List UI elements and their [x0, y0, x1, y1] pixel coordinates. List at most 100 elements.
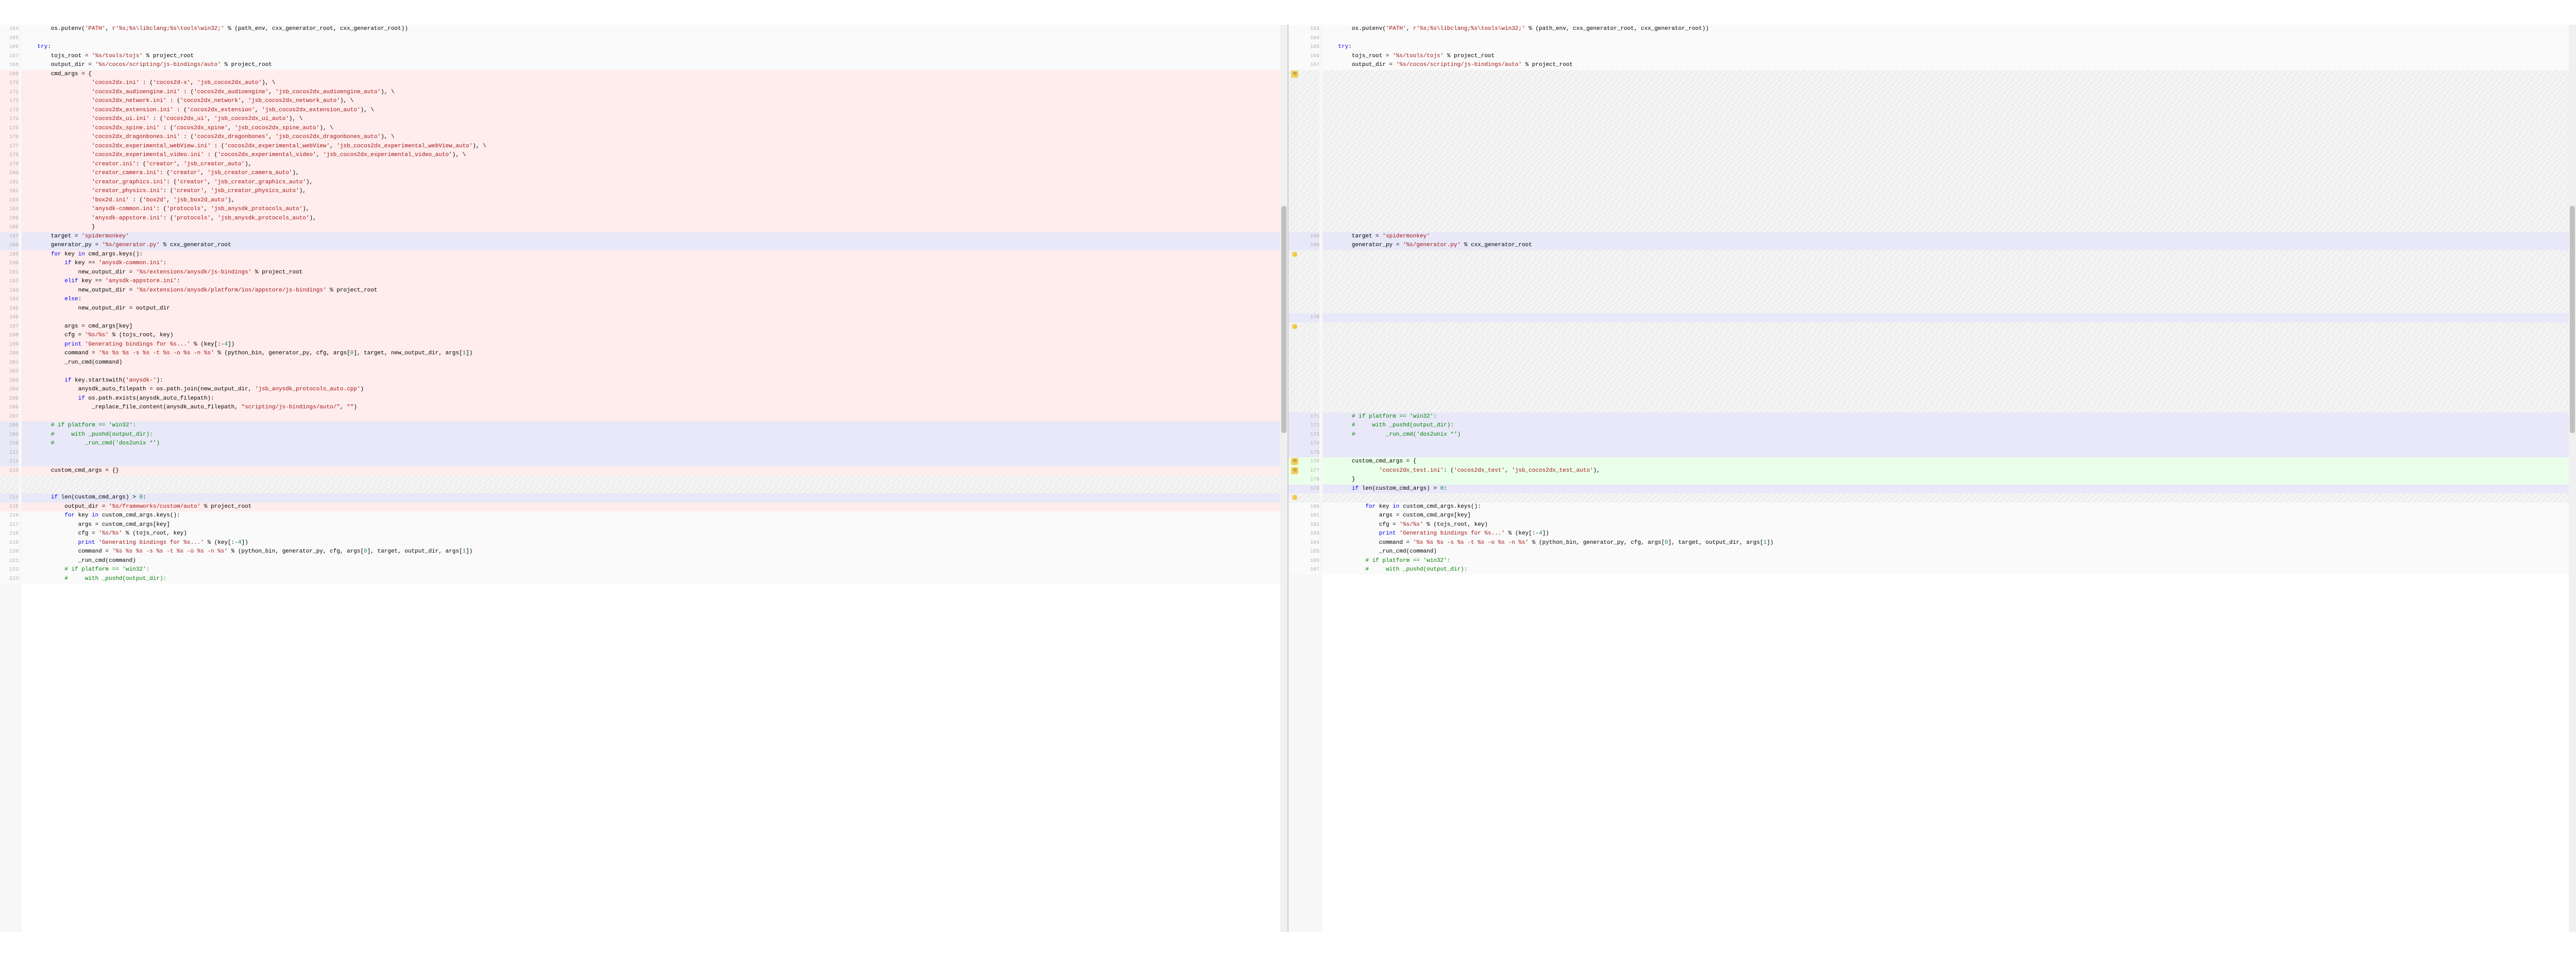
revert-icon[interactable]: ⟲ [1291, 71, 1298, 78]
code-line[interactable]: _run_cmd(command) [1323, 547, 2569, 557]
code-line[interactable]: output_dir = '%s/cocos/scripting/js-bind… [22, 61, 1280, 70]
code-line[interactable] [1323, 79, 2569, 88]
code-line[interactable] [1323, 133, 2569, 142]
code-line[interactable]: # with _pushd(output_dir): [1323, 421, 2569, 431]
code-line[interactable]: print 'Generating bindings for %s...' % … [1323, 529, 2569, 539]
code-line[interactable]: 'cocos2dx_dragonbones.ini' : ('cocos2dx_… [22, 133, 1280, 142]
code-line[interactable]: # if platform == 'win32': [22, 565, 1280, 575]
code-line[interactable] [1323, 223, 2569, 232]
code-line[interactable]: anysdk_auto_filepath = os.path.join(new_… [22, 385, 1280, 394]
code-line[interactable]: # if platform == 'win32': [22, 421, 1280, 431]
code-line[interactable]: new_output_dir = output_dir [22, 304, 1280, 314]
code-line[interactable]: command = '%s %s %s -s %s -t %s -o %s -n… [22, 547, 1280, 557]
code-line[interactable] [1323, 493, 2569, 503]
code-line[interactable]: # if platform == 'win32': [1323, 557, 2569, 566]
right-code-area[interactable]: os.putenv('PATH', r'%s;%s\libclang;%s\to… [1323, 25, 2569, 932]
code-line[interactable] [1323, 358, 2569, 368]
code-line[interactable] [1323, 340, 2569, 350]
code-line[interactable]: 'anysdk-appstore.ini': ('protocols', 'js… [22, 214, 1280, 223]
code-line[interactable]: # _run_cmd('dos2unix *') [1323, 431, 2569, 440]
code-line[interactable]: args = custom_cmd_args[key] [22, 521, 1280, 530]
code-line[interactable]: if key == 'anysdk-common.ini': [22, 259, 1280, 268]
code-line[interactable] [1323, 286, 2569, 296]
code-line[interactable]: 'cocos2dx_spine.ini' : ('cocos2dx_spine'… [22, 124, 1280, 133]
code-line[interactable] [1323, 304, 2569, 314]
code-line[interactable] [1323, 349, 2569, 358]
code-line[interactable] [22, 412, 1280, 422]
code-line[interactable]: new_output_dir = '%s/extensions/anysdk/p… [22, 286, 1280, 296]
code-line[interactable]: os.putenv('PATH', r'%s;%s\libclang;%s\to… [22, 25, 1280, 34]
code-line[interactable] [1323, 151, 2569, 160]
code-line[interactable] [1323, 331, 2569, 340]
code-line[interactable] [22, 313, 1280, 322]
code-line[interactable]: os.putenv('PATH', r'%s;%s\libclang;%s\to… [1323, 25, 2569, 34]
code-line[interactable] [1323, 70, 2569, 79]
code-line[interactable]: new_output_dir = '%s/extensions/anysdk/j… [22, 268, 1280, 278]
code-line[interactable]: output_dir = '%s/cocos/scripting/js-bind… [1323, 61, 2569, 70]
code-line[interactable]: print 'Generating bindings for %s...' % … [22, 340, 1280, 350]
code-line[interactable] [1323, 97, 2569, 106]
scrollbar-thumb[interactable] [1281, 206, 1286, 433]
code-line[interactable]: # if platform == 'win32': [1323, 412, 2569, 422]
code-line[interactable] [1323, 214, 2569, 223]
code-line[interactable]: target = 'spidermonkey' [22, 232, 1280, 242]
code-line[interactable] [1323, 250, 2569, 260]
code-line[interactable]: cfg = '%s/%s' % (tojs_root, key) [22, 331, 1280, 340]
code-line[interactable]: output_dir = '%s/frameworks/custom/auto'… [22, 503, 1280, 512]
code-line[interactable] [1323, 259, 2569, 268]
code-line[interactable] [1323, 367, 2569, 376]
code-line[interactable] [1323, 403, 2569, 412]
left-scrollbar[interactable] [1280, 25, 1287, 932]
code-line[interactable]: 'creator.ini': ('creator', 'jsb_creator_… [22, 160, 1280, 169]
code-line[interactable]: 'cocos2dx_audioengine.ini' : ('cocos2dx_… [22, 88, 1280, 97]
code-line[interactable]: if len(custom_cmd_args) > 0: [1323, 485, 2569, 494]
code-line[interactable]: if key.startswith('anysdk-'): [22, 376, 1280, 386]
code-line[interactable] [22, 475, 1280, 485]
code-line[interactable]: try: [22, 43, 1280, 52]
code-line[interactable]: _run_cmd(command) [22, 557, 1280, 566]
code-line[interactable] [22, 34, 1280, 43]
code-line[interactable] [1323, 142, 2569, 151]
change-marker-icon[interactable] [1292, 324, 1297, 329]
code-line[interactable]: cfg = '%s/%s' % (tojs_root, key) [22, 529, 1280, 539]
code-line[interactable]: 'anysdk-common.ini': ('protocols', 'jsb_… [22, 205, 1280, 214]
code-line[interactable] [22, 457, 1280, 467]
code-line[interactable]: # with _pushd(output_dir): [22, 431, 1280, 440]
code-line[interactable]: if len(custom_cmd_args) > 0: [22, 493, 1280, 503]
code-line[interactable] [1323, 439, 2569, 449]
code-line[interactable]: _run_cmd(command) [22, 358, 1280, 368]
code-line[interactable]: custom_cmd_args = { [1323, 457, 2569, 467]
code-line[interactable]: elif key == 'anysdk-appstore.ini': [22, 277, 1280, 286]
code-line[interactable]: custom_cmd_args = {} [22, 467, 1280, 476]
code-line[interactable]: _replace_file_content(anysdk_auto_filepa… [22, 403, 1280, 412]
code-line[interactable]: generator_py = '%s/generator.py' % cxx_g… [1323, 241, 2569, 250]
revert-icon[interactable]: ⟲ [1291, 458, 1298, 465]
code-line[interactable]: } [1323, 475, 2569, 485]
code-line[interactable]: generator_py = '%s/generator.py' % cxx_g… [22, 241, 1280, 250]
code-line[interactable]: 'creator_graphics.ini': ('creator', 'jsb… [22, 178, 1280, 187]
code-line[interactable] [1323, 322, 2569, 332]
code-line[interactable] [22, 449, 1280, 458]
code-line[interactable]: 'cocos2dx_network.ini' : ('cocos2dx_netw… [22, 97, 1280, 106]
change-marker-icon[interactable] [1292, 252, 1297, 257]
code-line[interactable]: print 'Generating bindings for %s...' % … [22, 539, 1280, 548]
code-line[interactable]: target = 'spidermonkey' [1323, 232, 2569, 242]
revert-icon[interactable]: ⟲ [1291, 467, 1298, 474]
code-line[interactable] [1323, 394, 2569, 404]
code-line[interactable] [1323, 34, 2569, 43]
code-line[interactable]: 'cocos2dx_extension.ini' : ('cocos2dx_ex… [22, 106, 1280, 115]
code-line[interactable]: 'creator_camera.ini': ('creator', 'jsb_c… [22, 169, 1280, 178]
code-line[interactable] [1323, 268, 2569, 278]
code-line[interactable]: try: [1323, 43, 2569, 52]
code-line[interactable] [22, 485, 1280, 494]
code-line[interactable] [1323, 88, 2569, 97]
code-line[interactable]: cfg = '%s/%s' % (tojs_root, key) [1323, 521, 2569, 530]
code-line[interactable] [1323, 169, 2569, 178]
code-line[interactable] [1323, 160, 2569, 169]
code-line[interactable]: command = '%s %s %s -s %s -t %s -o %s -n… [1323, 539, 2569, 548]
code-line[interactable] [1323, 115, 2569, 124]
code-line[interactable]: if os.path.exists(anysdk_auto_filepath): [22, 394, 1280, 404]
code-line[interactable]: 'box2d.ini' : ('box2d', 'jsb_box2d_auto'… [22, 196, 1280, 205]
code-line[interactable]: 'cocos2dx.ini' : ('cocos2d-x', 'jsb_coco… [22, 79, 1280, 88]
code-line[interactable]: command = '%s %s %s -s %s -t %s -o %s -n… [22, 349, 1280, 358]
